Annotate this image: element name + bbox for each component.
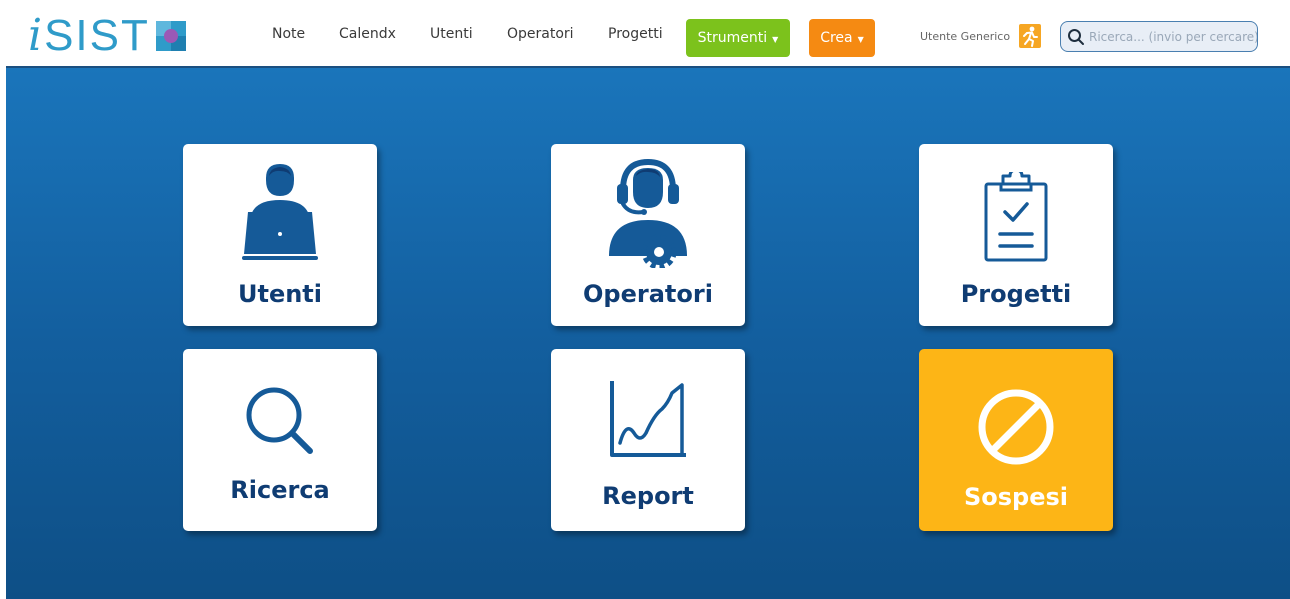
logo[interactable]: i SIST <box>28 12 186 60</box>
tile-sospesi-label: Sospesi <box>963 483 1069 511</box>
logo-text: SIST <box>44 11 150 60</box>
tile-progetti[interactable]: Progetti <box>919 144 1113 326</box>
nav-note[interactable]: Note <box>272 26 305 42</box>
crea-dropdown-button[interactable]: Crea ▼ <box>809 19 875 57</box>
tile-operatori[interactable]: Operatori <box>551 144 745 326</box>
clipboard-check-icon <box>981 168 1051 268</box>
caret-down-icon: ▼ <box>857 34 864 44</box>
strumenti-label: Strumenti <box>697 30 768 46</box>
prohibited-icon <box>976 387 1056 471</box>
search-box <box>1060 21 1258 52</box>
crea-label: Crea <box>820 30 853 46</box>
page: i SIST Note Calendx Utenti Operatori Pro… <box>0 0 1290 599</box>
chart-icon <box>608 379 688 463</box>
nav-calendx[interactable]: Calendx <box>339 26 396 42</box>
tile-ricerca-label: Ricerca <box>230 476 330 504</box>
exit-running-man-icon[interactable] <box>1019 24 1041 48</box>
tile-sospesi[interactable]: Sospesi <box>919 349 1113 531</box>
tile-report-label: Report <box>602 482 694 510</box>
user-laptop-icon <box>240 162 320 266</box>
tile-report[interactable]: Report <box>551 349 745 531</box>
strumenti-dropdown-button[interactable]: Strumenti ▼ <box>686 19 790 57</box>
tile-utenti[interactable]: Utenti <box>183 144 377 326</box>
logo-square-icon <box>155 21 186 51</box>
search-icon <box>240 385 320 461</box>
tile-utenti-label: Utenti <box>237 280 323 308</box>
nav-operatori[interactable]: Operatori <box>507 26 574 42</box>
search-input[interactable] <box>1089 29 1257 44</box>
top-navbar: i SIST Note Calendx Utenti Operatori Pro… <box>6 10 1290 68</box>
search-icon <box>1068 28 1084 45</box>
logo-letter-i: i <box>28 10 43 61</box>
tile-operatori-label: Operatori <box>583 280 713 308</box>
caret-down-icon: ▼ <box>772 34 779 44</box>
user-name[interactable]: Utente Generico <box>920 30 1010 43</box>
main-dashboard: Utenti Operatori Progetti Ricerca Report… <box>6 68 1290 599</box>
tile-progetti-label: Progetti <box>960 280 1072 308</box>
operator-headset-icon <box>603 156 693 272</box>
nav-utenti[interactable]: Utenti <box>430 26 473 42</box>
nav-progetti[interactable]: Progetti <box>608 26 663 42</box>
tile-ricerca[interactable]: Ricerca <box>183 349 377 531</box>
